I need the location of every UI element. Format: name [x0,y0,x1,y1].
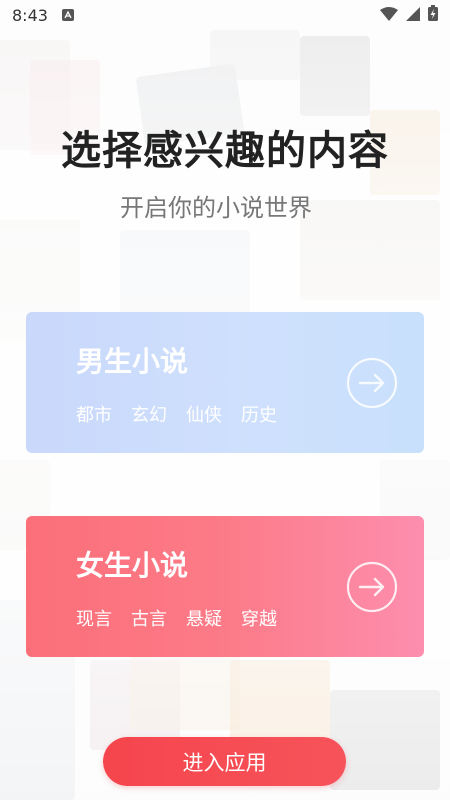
main-content: 选择感兴趣的内容 开启你的小说世界 男生小说 都市 玄幻 仙侠 历史 女生小说 … [0,0,450,800]
status-icons [380,5,438,25]
status-time: 8:43 [12,5,48,25]
card-tag: 仙侠 [186,405,222,426]
page-subtitle: 开启你的小说世界 [120,194,312,222]
card-tag: 都市 [76,405,112,426]
card-title: 男生小说 [76,345,189,378]
card-title: 女生小说 [76,549,189,582]
male-novel-card[interactable]: 男生小说 都市 玄幻 仙侠 历史 [26,312,424,453]
status-bar: 8:43 [0,0,450,30]
card-tag: 古言 [131,609,167,630]
card-tag: 玄幻 [131,405,167,426]
card-tag: 现言 [76,609,112,630]
card-tags: 都市 玄幻 仙侠 历史 [76,401,277,427]
category-select-screen: 8:43 选择感兴趣的内容 开启你的小说世界 男生小说 都市 玄幻 仙侠 历史 … [0,0,450,800]
card-tag: 历史 [241,405,277,426]
battery-charging-icon [428,5,438,25]
arrow-right-circle-icon[interactable] [345,560,399,614]
female-novel-card[interactable]: 女生小说 现言 古言 悬疑 穿越 [26,516,424,657]
enter-app-button[interactable]: 进入应用 [103,737,346,786]
card-tags: 现言 古言 悬疑 穿越 [76,605,277,631]
wifi-icon [380,6,398,25]
arrow-right-circle-icon[interactable] [345,356,399,410]
signal-icon [406,6,420,25]
page-title: 选择感兴趣的内容 [61,128,389,174]
card-tag: 悬疑 [186,609,222,630]
card-tag: 穿越 [241,609,277,630]
a-letter-icon [61,9,74,21]
